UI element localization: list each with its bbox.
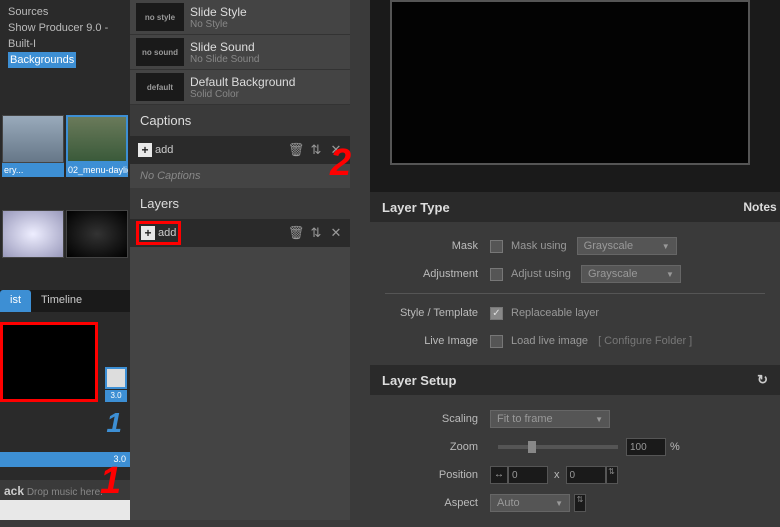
slide-style-row[interactable]: no style Slide StyleNo Style [130, 0, 350, 35]
pos-spinner[interactable]: ⇅ [606, 466, 618, 484]
live-checkbox[interactable] [490, 335, 503, 348]
layer-setup-header: Layer Setup ↻ [370, 365, 780, 395]
pos-y-input[interactable] [566, 466, 606, 484]
zoom-row: Zoom % [370, 433, 780, 461]
thumbnail[interactable] [2, 210, 64, 280]
style-row: Style / Template Replaceable layer [370, 299, 780, 327]
tree-item-selected[interactable]: Backgrounds [8, 52, 76, 68]
position-row: Position ↔ x ⇅ [370, 461, 780, 489]
timeline-clip[interactable] [0, 322, 98, 402]
preview-panel [370, 0, 780, 192]
aspect-dropdown[interactable]: Auto▼ [490, 494, 570, 512]
tree-item[interactable]: Show Producer 9.0 - Built-I [8, 20, 130, 52]
track-area[interactable] [0, 500, 130, 520]
notes-tab[interactable]: Notes [740, 192, 780, 222]
trash-icon[interactable]: 🗑 [288, 142, 304, 158]
pos-x-left[interactable]: ↔ [490, 466, 508, 484]
thumb-label: 02_menu-daylig... [66, 163, 128, 177]
live-row: Live Image Load live image [ Configure F… [370, 327, 780, 355]
tab-list[interactable]: ist [0, 290, 31, 312]
background-row[interactable]: default Default BackgroundSolid Color [130, 70, 350, 105]
trash-icon[interactable]: 🗑 [288, 225, 304, 241]
layers-header: Layers [130, 188, 350, 219]
refresh-icon[interactable]: ↻ [757, 372, 768, 388]
annotation-2: 2 [330, 142, 351, 185]
adjustment-row: Adjustment Adjust using Grayscale▼ [370, 260, 780, 288]
layer-type-header: Layer Type ↻ [370, 192, 780, 222]
thumbnail[interactable]: ery... [2, 115, 64, 185]
tab-timeline[interactable]: Timeline [31, 290, 92, 312]
plus-icon: + [138, 143, 152, 157]
style-checkbox[interactable] [490, 307, 503, 320]
captions-header: Captions [130, 105, 350, 136]
preview-canvas[interactable] [390, 0, 750, 165]
adjust-checkbox[interactable] [490, 268, 503, 281]
view-tabs: ist Timeline [0, 290, 130, 312]
mask-checkbox[interactable] [490, 240, 503, 253]
properties-panel: no style Slide StyleNo Style no sound Sl… [130, 0, 350, 520]
layers-toolbar: + add 🗑 ⇅ ✕ [130, 219, 350, 247]
thumbnail[interactable] [66, 210, 128, 280]
aspect-spinner[interactable]: ⇅ [574, 494, 586, 512]
adjust-dropdown[interactable]: Grayscale▼ [581, 265, 681, 283]
add-layer-button[interactable]: + add [136, 221, 181, 245]
pos-x-input[interactable] [508, 466, 548, 484]
sound-swatch: no sound [136, 38, 184, 66]
aspect-row: Aspect Auto▼ ⇅ [370, 489, 780, 517]
add-caption-button[interactable]: + add [136, 141, 175, 159]
thumbnail-row-2 [0, 208, 130, 283]
mask-dropdown[interactable]: Grayscale▼ [577, 237, 677, 255]
tree-item[interactable]: Sources [8, 4, 130, 20]
mask-row: Mask Mask using Grayscale▼ [370, 232, 780, 260]
zoom-input[interactable] [626, 438, 666, 456]
timeline-area: 3.0 1 3.0 [0, 312, 130, 472]
annotation-1: 1 [100, 460, 121, 503]
captions-toolbar: + add 🗑 ⇅ ✕ [130, 136, 350, 164]
source-tree: Sources Show Producer 9.0 - Built-I Back… [0, 0, 130, 68]
reorder-icon[interactable]: ⇅ [308, 142, 324, 158]
scaling-dropdown[interactable]: Fit to frame▼ [490, 410, 610, 428]
thumbnail-selected[interactable]: 02_menu-daylig... [66, 115, 128, 185]
layer-properties: Layer Type ↻ Mask Mask using Grayscale▼ … [370, 192, 780, 520]
thumb-label: ery... [2, 163, 64, 177]
slide-sound-row[interactable]: no sound Slide SoundNo Slide Sound [130, 35, 350, 70]
timeline-thumb[interactable] [105, 367, 127, 389]
reorder-icon[interactable]: ⇅ [308, 225, 324, 241]
style-swatch: no style [136, 3, 184, 31]
zoom-slider[interactable] [498, 445, 618, 449]
plus-icon: + [141, 226, 155, 240]
bg-swatch: default [136, 73, 184, 101]
configure-folder-link[interactable]: [ Configure Folder ] [598, 335, 692, 347]
scaling-row: Scaling Fit to frame▼ [370, 405, 780, 433]
thumbnail-row: ery... 02_menu-daylig... [0, 113, 130, 208]
duration-badge: 3.0 [105, 390, 127, 402]
captions-empty: No Captions [130, 164, 350, 188]
slide-number: 1 [106, 407, 122, 439]
wrench-icon[interactable]: ✕ [328, 225, 344, 241]
